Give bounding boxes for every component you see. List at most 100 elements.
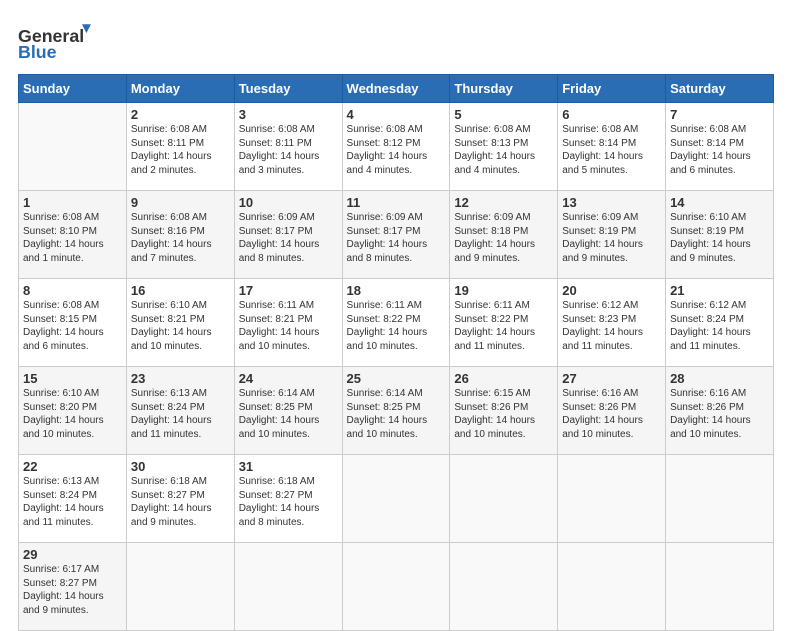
cell-info: Sunrise: 6:08 AMSunset: 8:14 PMDaylight:… [670, 124, 751, 176]
calendar-cell: 9 Sunrise: 6:08 AMSunset: 8:16 PMDaylight… [126, 191, 234, 279]
calendar-cell: 5 Sunrise: 6:08 AMSunset: 8:13 PMDaylight… [450, 103, 558, 191]
cell-info: Sunrise: 6:09 AMSunset: 8:19 PMDaylight:… [562, 212, 643, 264]
calendar-cell: 21Sunrise: 6:12 AMSunset: 8:24 PMDayligh… [666, 279, 774, 367]
day-number: 17 [239, 283, 338, 298]
day-number: 6 [562, 107, 661, 122]
day-number: 22 [23, 459, 122, 474]
calendar-cell: 20Sunrise: 6:12 AMSunset: 8:23 PMDayligh… [558, 279, 666, 367]
calendar-cell: 17 Sunrise: 6:11 AMSunset: 8:21 PMDayligh… [234, 279, 342, 367]
day-number: 23 [131, 371, 230, 386]
day-number: 16 [131, 283, 230, 298]
cell-info: Sunrise: 6:08 AMSunset: 8:11 PMDaylight:… [239, 124, 320, 176]
calendar-cell: 1 Sunrise: 6:08 AMSunset: 8:10 PMDaylight… [19, 191, 127, 279]
calendar-cell [19, 103, 127, 191]
day-number: 3 [239, 107, 338, 122]
calendar-week-row: 8 Sunrise: 6:08 AMSunset: 8:15 PMDaylight… [19, 279, 774, 367]
calendar-cell [126, 543, 234, 631]
cell-info: Sunrise: 6:11 AMSunset: 8:21 PMDaylight:… [239, 300, 320, 352]
cell-info: Sunrise: 6:12 AMSunset: 8:24 PMDaylight:… [670, 300, 751, 352]
calendar-cell: 30 Sunrise: 6:18 AMSunset: 8:27 PMDayligh… [126, 455, 234, 543]
page: General Blue Sunday Monday Tuesday Wedne… [0, 0, 792, 612]
cell-info: Sunrise: 6:16 AMSunset: 8:26 PMDaylight:… [562, 388, 643, 440]
calendar-cell: 16 Sunrise: 6:10 AMSunset: 8:21 PMDayligh… [126, 279, 234, 367]
day-number: 19 [454, 283, 553, 298]
calendar-cell: 28 Sunrise: 6:16 AMSunset: 8:26 PMDayligh… [666, 367, 774, 455]
cell-info: Sunrise: 6:13 AMSunset: 8:24 PMDaylight:… [131, 388, 212, 440]
calendar-cell: 10Sunrise: 6:09 AMSunset: 8:17 PMDayligh… [234, 191, 342, 279]
day-number: 7 [670, 107, 769, 122]
cell-info: Sunrise: 6:18 AMSunset: 8:27 PMDaylight:… [131, 476, 212, 528]
cell-info: Sunrise: 6:10 AMSunset: 8:21 PMDaylight:… [131, 300, 212, 352]
cell-info: Sunrise: 6:11 AMSunset: 8:22 PMDaylight:… [454, 300, 535, 352]
day-number: 26 [454, 371, 553, 386]
day-number: 9 [131, 195, 230, 210]
calendar-cell: 29Sunrise: 6:17 AMSunset: 8:27 PMDayligh… [19, 543, 127, 631]
day-number: 28 [670, 371, 769, 386]
calendar-cell: 25Sunrise: 6:14 AMSunset: 8:25 PMDayligh… [342, 367, 450, 455]
calendar-cell: 14 Sunrise: 6:10 AMSunset: 8:19 PMDayligh… [666, 191, 774, 279]
cell-info: Sunrise: 6:10 AMSunset: 8:20 PMDaylight:… [23, 388, 104, 440]
cell-info: Sunrise: 6:08 AMSunset: 8:10 PMDaylight:… [23, 212, 104, 264]
day-number: 4 [347, 107, 446, 122]
cell-info: Sunrise: 6:16 AMSunset: 8:26 PMDaylight:… [670, 388, 751, 440]
calendar-cell [666, 543, 774, 631]
calendar-cell [558, 543, 666, 631]
col-monday: Monday [126, 75, 234, 103]
calendar-cell: 13 Sunrise: 6:09 AMSunset: 8:19 PMDayligh… [558, 191, 666, 279]
cell-info: Sunrise: 6:10 AMSunset: 8:19 PMDaylight:… [670, 212, 751, 264]
logo-svg: General Blue [18, 20, 98, 64]
calendar-cell [450, 543, 558, 631]
calendar-cell: 6 Sunrise: 6:08 AMSunset: 8:14 PMDaylight… [558, 103, 666, 191]
calendar-table: Sunday Monday Tuesday Wednesday Thursday… [18, 74, 774, 631]
calendar-cell: 2Sunrise: 6:08 AMSunset: 8:11 PMDaylight… [126, 103, 234, 191]
cell-info: Sunrise: 6:11 AMSunset: 8:22 PMDaylight:… [347, 300, 428, 352]
cell-info: Sunrise: 6:17 AMSunset: 8:27 PMDaylight:… [23, 564, 104, 616]
cell-info: Sunrise: 6:13 AMSunset: 8:24 PMDaylight:… [23, 476, 104, 528]
cell-info: Sunrise: 6:08 AMSunset: 8:14 PMDaylight:… [562, 124, 643, 176]
day-number: 24 [239, 371, 338, 386]
calendar-week-row: 22 Sunrise: 6:13 AMSunset: 8:24 PMDayligh… [19, 455, 774, 543]
col-thursday: Thursday [450, 75, 558, 103]
calendar-cell [234, 543, 342, 631]
calendar-cell [450, 455, 558, 543]
calendar-cell: 23 Sunrise: 6:13 AMSunset: 8:24 PMDayligh… [126, 367, 234, 455]
calendar-cell: 7 Sunrise: 6:08 AMSunset: 8:14 PMDaylight… [666, 103, 774, 191]
cell-info: Sunrise: 6:18 AMSunset: 8:27 PMDaylight:… [239, 476, 320, 528]
day-number: 27 [562, 371, 661, 386]
cell-info: Sunrise: 6:08 AMSunset: 8:11 PMDaylight:… [131, 124, 212, 176]
logo: General Blue [18, 16, 98, 64]
day-number: 5 [454, 107, 553, 122]
cell-info: Sunrise: 6:14 AMSunset: 8:25 PMDaylight:… [239, 388, 320, 440]
cell-info: Sunrise: 6:08 AMSunset: 8:15 PMDaylight:… [23, 300, 104, 352]
cell-info: Sunrise: 6:12 AMSunset: 8:23 PMDaylight:… [562, 300, 643, 352]
day-number: 14 [670, 195, 769, 210]
calendar-cell: 22 Sunrise: 6:13 AMSunset: 8:24 PMDayligh… [19, 455, 127, 543]
calendar-cell [342, 543, 450, 631]
day-number: 12 [454, 195, 553, 210]
calendar-cell: 4Sunrise: 6:08 AMSunset: 8:12 PMDaylight… [342, 103, 450, 191]
cell-info: Sunrise: 6:08 AMSunset: 8:16 PMDaylight:… [131, 212, 212, 264]
day-number: 13 [562, 195, 661, 210]
day-number: 8 [23, 283, 122, 298]
col-friday: Friday [558, 75, 666, 103]
day-number: 18 [347, 283, 446, 298]
col-wednesday: Wednesday [342, 75, 450, 103]
calendar-cell [342, 455, 450, 543]
calendar-cell: 19 Sunrise: 6:11 AMSunset: 8:22 PMDayligh… [450, 279, 558, 367]
calendar-cell: 26 Sunrise: 6:15 AMSunset: 8:26 PMDayligh… [450, 367, 558, 455]
calendar-cell: 11Sunrise: 6:09 AMSunset: 8:17 PMDayligh… [342, 191, 450, 279]
day-number: 30 [131, 459, 230, 474]
cell-info: Sunrise: 6:15 AMSunset: 8:26 PMDaylight:… [454, 388, 535, 440]
day-number: 1 [23, 195, 122, 210]
calendar-cell [558, 455, 666, 543]
cell-info: Sunrise: 6:09 AMSunset: 8:17 PMDaylight:… [239, 212, 320, 264]
calendar-week-row: 1 Sunrise: 6:08 AMSunset: 8:10 PMDaylight… [19, 191, 774, 279]
cell-info: Sunrise: 6:08 AMSunset: 8:13 PMDaylight:… [454, 124, 535, 176]
calendar-cell: 18 Sunrise: 6:11 AMSunset: 8:22 PMDayligh… [342, 279, 450, 367]
svg-text:Blue: Blue [18, 42, 57, 62]
col-tuesday: Tuesday [234, 75, 342, 103]
calendar-cell: 15Sunrise: 6:10 AMSunset: 8:20 PMDayligh… [19, 367, 127, 455]
calendar-cell: 3 Sunrise: 6:08 AMSunset: 8:11 PMDaylight… [234, 103, 342, 191]
calendar-cell: 12Sunrise: 6:09 AMSunset: 8:18 PMDayligh… [450, 191, 558, 279]
calendar-week-row: 15Sunrise: 6:10 AMSunset: 8:20 PMDayligh… [19, 367, 774, 455]
